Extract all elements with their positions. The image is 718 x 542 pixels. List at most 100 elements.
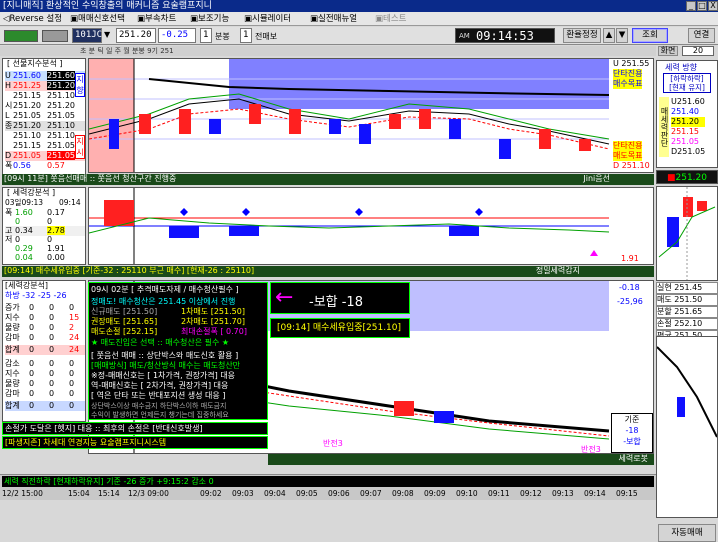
table-row: 251.10 251.10 bbox=[13, 131, 75, 140]
candle bbox=[539, 129, 551, 149]
count-unit: 전매보 bbox=[255, 32, 278, 41]
interval-unit: 분봉 bbox=[215, 32, 230, 41]
info-line-5: ★ 매도진입은 선택 :: 매수청산은 필수 ★ bbox=[91, 338, 230, 347]
top-chart-upper: U 251.55 bbox=[613, 59, 650, 68]
info-line-3b: 2차매도 [251.70] bbox=[181, 317, 245, 326]
screen-input[interactable]: 20 bbox=[682, 46, 714, 56]
force-stats-sub: 하방 -32 -25 -26 bbox=[5, 291, 67, 300]
info-line-0: 09시 02분 [ 추격매도자제 / 매수청산필수 ] bbox=[91, 285, 239, 294]
diamond-marker bbox=[180, 208, 188, 216]
title-bar: [지니매직] 환상적인 수익창출의 매커니즘 요술램프지니 _ □ X bbox=[0, 0, 718, 12]
force-bar bbox=[169, 226, 199, 238]
timeframe-tabs[interactable]: 초 분 틱 일 주 월 분봉 9기 251 bbox=[0, 46, 656, 56]
candle bbox=[449, 119, 461, 139]
current-price-badge: ■251.20 bbox=[656, 170, 718, 184]
table-row: 0.04 0.00 bbox=[15, 253, 65, 262]
force-stats-header: [세력강분석] bbox=[5, 281, 49, 290]
maximize-button[interactable]: □ bbox=[697, 1, 707, 11]
menu-simulator[interactable]: ▣시뮬레이터 bbox=[244, 12, 291, 26]
table-row: 감소 0 0 0 bbox=[5, 359, 75, 368]
level-current: 251.20 bbox=[671, 117, 706, 127]
search-button[interactable]: 조회 bbox=[632, 28, 668, 43]
candle bbox=[389, 114, 401, 129]
menu-aux[interactable]: ▣보조기능 bbox=[190, 12, 229, 26]
candle bbox=[209, 119, 221, 134]
time-tick: 09:15 bbox=[616, 489, 638, 498]
menu-manual[interactable]: ▣실전매뉴얼 bbox=[310, 12, 357, 26]
futures-index-header: [ 선물지수분석 ] bbox=[7, 59, 63, 68]
up-arrow-button[interactable]: ▲ bbox=[603, 28, 615, 43]
bottom-status-right: 세력로봇 bbox=[618, 454, 648, 463]
force-chart-svg bbox=[88, 188, 610, 264]
change-field: -0.25 bbox=[158, 28, 196, 43]
clock-time: 09:14:53 bbox=[476, 29, 534, 43]
direction-box: 세력 방향 [하락하락] [현재 유지] 매세력판단 U251.60 251.4… bbox=[656, 60, 718, 168]
mini-candle-2 bbox=[683, 197, 693, 217]
fx-correct-button[interactable]: 환율정정 bbox=[563, 28, 601, 43]
time-tick: 09:06 bbox=[328, 489, 350, 498]
top-price-chart: U 251.55 단타진용 매수목표 단타진용 매도목표 D 251.10 bbox=[88, 58, 654, 173]
auto-trade-button[interactable]: 자동매매 bbox=[658, 524, 716, 542]
candle bbox=[419, 109, 431, 129]
info-line-1: 정매도! 매수청산은 251.45 이상에서 진행 bbox=[91, 297, 236, 306]
table-row: 251.15 251.05 bbox=[13, 141, 75, 150]
down-arrow-button[interactable]: ▼ bbox=[616, 28, 628, 43]
link-button[interactable]: 연결 bbox=[688, 28, 715, 43]
candle bbox=[329, 119, 341, 134]
toolbar: 101JC ▼ 251.20 -0.25 1 분봉 1 전매보 AM 09:14… bbox=[0, 27, 718, 45]
menu-bar: ◁Reverse 설정 ▣매매신호선택 ▣부속차트 ▣보조기능 ▣시뮬레이터 ▣… bbox=[0, 12, 718, 26]
time-tick: 09:07 bbox=[360, 489, 382, 498]
level-list: U251.60 251.40 251.20 251.15 251.05 D251… bbox=[671, 97, 706, 157]
time-tick: 09:02 bbox=[200, 489, 222, 498]
time-tick: 09:14 bbox=[584, 489, 606, 498]
stat-row: 실현 251.45 bbox=[656, 282, 718, 294]
top-status-bar: [09시 11분] 쭛음선매매 :: 쭛음선 청산구간 진행중 Jini음선 bbox=[2, 174, 654, 185]
close-button[interactable]: X bbox=[708, 1, 718, 11]
callout-box: ← -보합 -18 bbox=[270, 282, 410, 314]
info-line-8: ※정-매매신호는 [ 1차가격, 권장가격] 대응 bbox=[91, 371, 236, 380]
time-tick: 09:13 bbox=[552, 489, 574, 498]
force-chart-value: 1.91 bbox=[621, 254, 639, 263]
pink-zone bbox=[89, 59, 134, 172]
table-row: 물량 0 0 0 bbox=[5, 379, 75, 388]
stats-list: 실현 251.45 매도 251.50 분할 251.65 손절 252.10 … bbox=[656, 282, 718, 342]
time-tick: 09:10 bbox=[456, 489, 478, 498]
table-row: H 251.25 251.20 bbox=[5, 81, 85, 91]
menu-reverse[interactable]: ◁Reverse 설정 bbox=[3, 12, 62, 26]
time-tick: 09:08 bbox=[392, 489, 414, 498]
code-input[interactable]: 101JC bbox=[72, 28, 102, 43]
bottom-bar bbox=[434, 411, 454, 423]
candle bbox=[359, 124, 371, 144]
minimize-button[interactable]: _ bbox=[686, 1, 696, 11]
table-row: 종251.20 251.10 bbox=[5, 121, 85, 131]
interval-input[interactable]: 1 bbox=[200, 28, 212, 43]
stat-row: 매도 251.50 bbox=[656, 294, 718, 306]
stat-row: 분할 251.65 bbox=[656, 306, 718, 318]
bottom-status-bar: 세력로봇 bbox=[268, 454, 654, 465]
menu-subchart[interactable]: ▣부속차트 bbox=[137, 12, 176, 26]
top-status-right: Jini음선 bbox=[583, 174, 610, 183]
baseline-box: 기준 -18 -보합 bbox=[611, 413, 653, 453]
bottom-value-2: -25,96 bbox=[617, 297, 643, 306]
code-dropdown-icon[interactable]: ▼ bbox=[104, 30, 110, 39]
current-price-marker: ■ bbox=[666, 173, 676, 183]
candle bbox=[249, 104, 261, 124]
candle bbox=[109, 119, 119, 149]
force-analysis-panel: [ 세력강분석 ] 03일09:13 09:14 폭 1.60 0.17 00 고0… bbox=[2, 187, 86, 265]
top-chart-lower: D 251.10 bbox=[613, 161, 650, 170]
count-input[interactable]: 1 bbox=[240, 28, 252, 43]
time-tick: 09:09 bbox=[424, 489, 446, 498]
force-bar bbox=[229, 226, 259, 236]
mini-chart bbox=[656, 186, 718, 281]
time-axis: 12/2 15:00 15:04 15:14 12/3 09:00 09:02 … bbox=[0, 488, 652, 500]
table-row-sum: 합계 0 0 24 bbox=[5, 345, 85, 355]
force-stats-panel: [세력강분석] 하방 -32 -25 -26 증가 0 0 0 지수 0 0 15 물량 0 0… bbox=[2, 280, 86, 422]
triangle-marker bbox=[590, 250, 598, 256]
menu-signal[interactable]: ▣매매신호선택 bbox=[70, 12, 125, 26]
info-line-12: 수익이 발생하면 언제든지 챙기는데 집중하세요 bbox=[91, 411, 229, 419]
level-u: U251.60 bbox=[671, 97, 705, 106]
bottom-mini-svg bbox=[656, 346, 718, 438]
level-2: 251.40 bbox=[671, 107, 699, 116]
red-dashed-line bbox=[88, 108, 610, 150]
menu-test[interactable]: ▣테스트 bbox=[375, 12, 407, 26]
